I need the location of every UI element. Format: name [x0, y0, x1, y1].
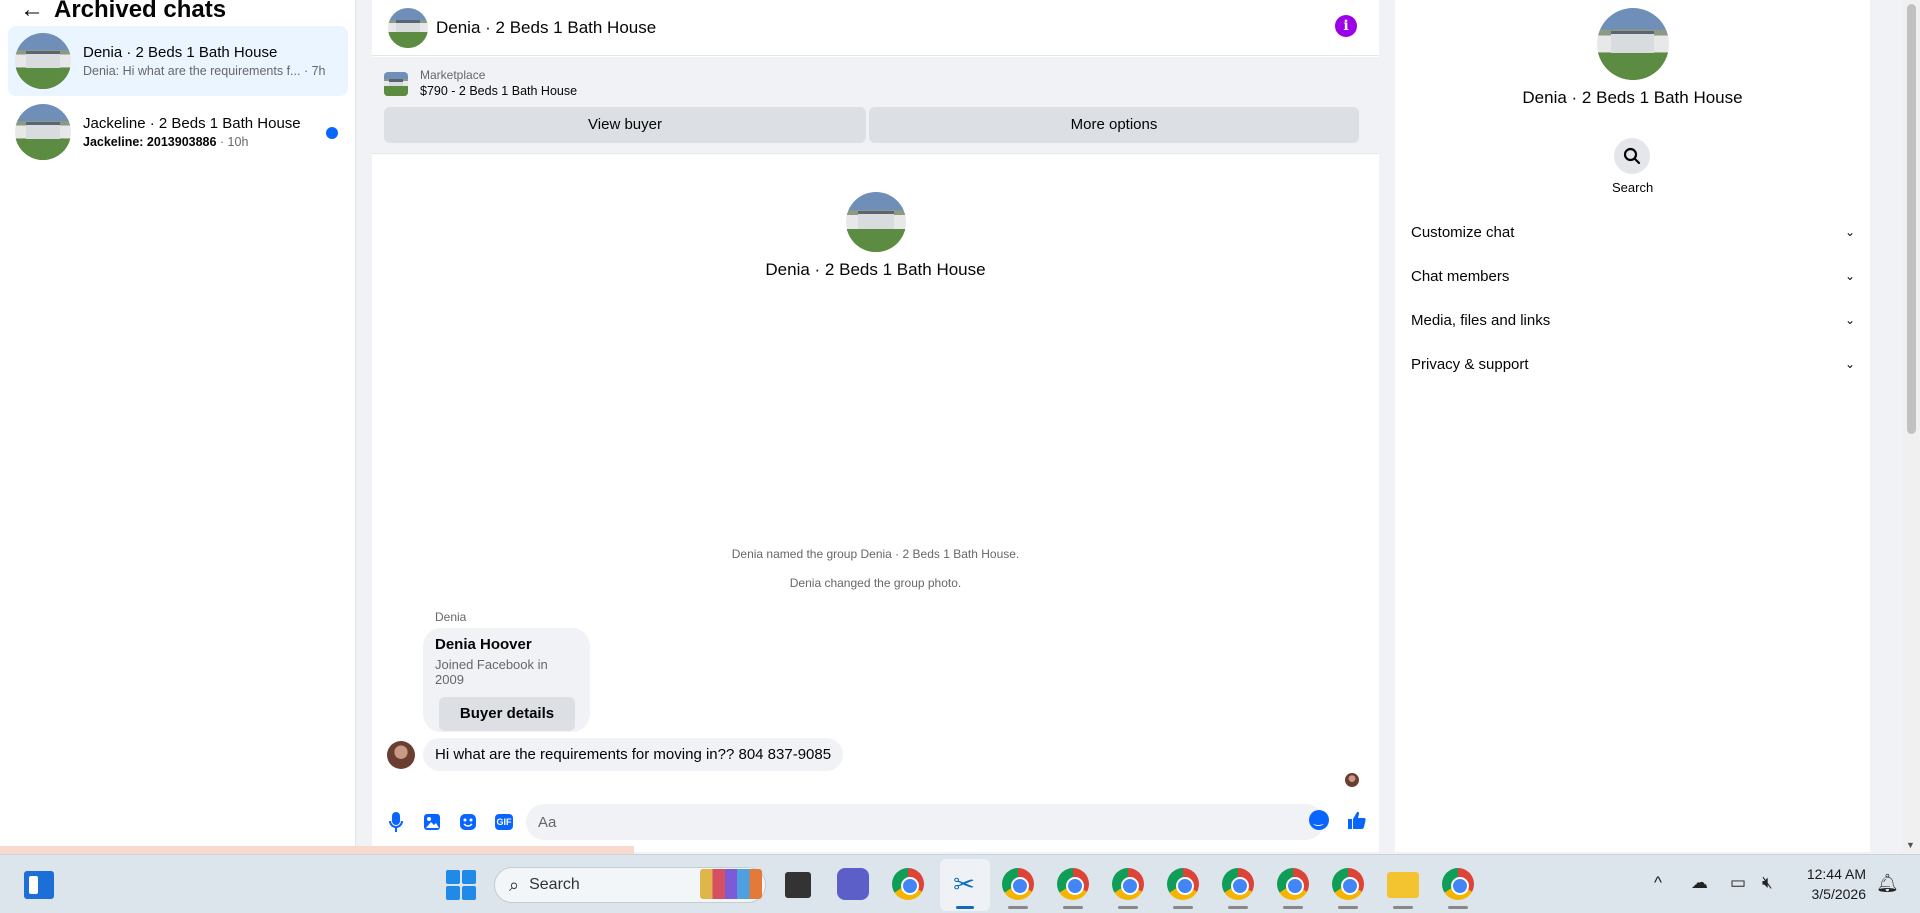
sticker-icon[interactable] [458, 812, 478, 832]
chevron-up-icon[interactable]: ^ [1654, 873, 1662, 893]
conversation-pane: Denia · 2 Beds 1 Bath House i Marketplac… [372, 0, 1379, 852]
status-url-bar [0, 846, 634, 854]
chrome-profile-icon[interactable] [1002, 868, 1034, 900]
archived-chats-sidebar: ← Archived chats Denia · 2 Beds 1 Bath H… [0, 0, 356, 852]
back-arrow-icon[interactable]: ← [20, 0, 54, 24]
conversation-title[interactable]: Denia · 2 Beds 1 Bath House [436, 18, 656, 38]
teams-meet-icon[interactable] [837, 868, 869, 900]
message-composer: GIF [372, 800, 1379, 844]
buyer-card: Denia Hoover Joined Facebook in 2009 Buy… [423, 628, 590, 732]
chrome-profile-icon[interactable] [1167, 868, 1199, 900]
windows-start-icon[interactable] [446, 870, 476, 900]
file-explorer-icon[interactable] [1387, 872, 1419, 898]
clock-time: 12:44 AM [1806, 866, 1866, 882]
privacy-support-section[interactable]: Privacy & support ⌄ [1411, 344, 1855, 384]
marketplace-listing[interactable]: Marketplace $790 - 2 Beds 1 Bath House [384, 67, 577, 100]
chrome-profile-icon[interactable] [1057, 868, 1089, 900]
details-search-button[interactable]: Search [1612, 138, 1654, 195]
chat-preview: Denia: Hi what are the requirements f...… [83, 63, 326, 78]
buyer-details-button[interactable]: Buyer details [439, 697, 575, 731]
task-view-icon[interactable] [785, 872, 811, 898]
chat-name: Jackeline · 2 Beds 1 Bath House [83, 115, 301, 133]
message-input[interactable] [526, 804, 1324, 840]
emoji-icon[interactable] [1309, 810, 1329, 830]
message-bubble[interactable]: Hi what are the requirements for moving … [423, 738, 844, 771]
intro-avatar [845, 192, 906, 252]
chat-list-item[interactable]: Denia · 2 Beds 1 Bath House Denia: Hi wh… [8, 26, 348, 96]
scroll-down-arrow-icon[interactable]: ▼ [1906, 840, 1915, 850]
buyer-name: Denia Hoover [435, 636, 532, 653]
chevron-down-icon: ⌄ [1844, 269, 1855, 283]
chrome-icon[interactable] [892, 868, 924, 900]
widgets-icon[interactable] [24, 871, 54, 899]
system-message: Denia changed the group photo. [789, 576, 962, 590]
snipping-tool-icon[interactable]: ✂ [948, 868, 980, 900]
sender-label: Denia [435, 610, 467, 624]
intro-name: Denia · 2 Beds 1 Bath House [765, 260, 986, 279]
chevron-down-icon: ⌄ [1844, 357, 1855, 371]
chat-details-panel: Denia · 2 Beds 1 Bath House Search Custo… [1395, 0, 1870, 852]
windows-taskbar: ⌕ Search ✂ ^ ☁ ▭ 🔇︎ 12:44 AM 3/5/2026 🔔︎ [0, 854, 1920, 913]
conversation-intro: Denia · 2 Beds 1 Bath House [372, 192, 1379, 280]
view-buyer-button[interactable]: View buyer [384, 107, 866, 143]
network-icon[interactable]: ▭ [1730, 873, 1746, 893]
chat-time: · 7h [303, 63, 326, 78]
scrollbar-thumb[interactable] [1907, 4, 1916, 434]
info-icon[interactable]: i [1335, 15, 1357, 37]
customize-chat-section[interactable]: Customize chat ⌄ [1411, 212, 1855, 252]
clock-date: 3/5/2026 [1811, 886, 1867, 902]
media-files-links-section[interactable]: Media, files and links ⌄ [1411, 300, 1855, 340]
chrome-profile-icon[interactable] [1332, 868, 1364, 900]
chrome-profile-icon[interactable] [1277, 868, 1309, 900]
chat-time: · 10h [216, 134, 249, 149]
details-name: Denia · 2 Beds 1 Bath House [1522, 88, 1743, 107]
chevron-down-icon: ⌄ [1844, 225, 1855, 239]
marketplace-bar: Marketplace $790 - 2 Beds 1 Bath House V… [372, 57, 1379, 154]
unread-dot-icon [326, 127, 338, 139]
listing-title: $790 - 2 Beds 1 Bath House [420, 84, 578, 99]
chrome-profile-icon[interactable] [1442, 868, 1474, 900]
thumbs-up-icon[interactable] [1347, 810, 1367, 834]
seen-receipt-avatar [1345, 773, 1359, 787]
chat-members-section[interactable]: Chat members ⌄ [1411, 256, 1855, 296]
chrome-profile-icon[interactable] [1222, 868, 1254, 900]
page-scrollbar[interactable]: ▼ [1902, 0, 1920, 852]
microphone-icon[interactable] [386, 812, 406, 832]
conversation-avatar[interactable] [388, 7, 428, 48]
chat-name: Denia · 2 Beds 1 Bath House [83, 44, 278, 62]
marketplace-label: Marketplace [420, 68, 486, 82]
cloud-offline-icon[interactable]: ☁ [1691, 873, 1708, 893]
details-avatar [1596, 8, 1669, 80]
search-icon: ⌕ [509, 874, 520, 895]
chat-list-item[interactable]: Jackeline · 2 Beds 1 Bath House Jackelin… [8, 97, 348, 167]
sidebar-title: Archived chats [54, 0, 227, 23]
chevron-down-icon: ⌄ [1844, 313, 1855, 327]
listing-thumbnail [384, 71, 408, 96]
message-row: Hi what are the requirements for moving … [387, 738, 844, 771]
system-message: Denia named the group Denia · 2 Beds 1 B… [731, 547, 1020, 561]
buyer-joined: Joined Facebook in 2009 [435, 657, 548, 687]
photo-icon[interactable] [422, 812, 442, 832]
taskbar-clock[interactable]: 12:44 AM 3/5/2026 [1796, 864, 1866, 904]
message-input-wrapper [526, 804, 1324, 840]
chat-avatar [15, 33, 71, 89]
conversation-header: Denia · 2 Beds 1 Bath House i [372, 0, 1379, 56]
sender-avatar[interactable] [387, 740, 415, 769]
search-icon [1614, 138, 1650, 174]
chat-preview: Jackeline: 2013903886 · 10h [83, 134, 249, 149]
volume-muted-icon[interactable]: 🔇︎ [1762, 873, 1773, 893]
gif-icon[interactable]: GIF [494, 812, 514, 832]
more-options-button[interactable]: More options [869, 107, 1359, 143]
chrome-profile-icon[interactable] [1112, 868, 1144, 900]
chat-avatar [15, 104, 71, 160]
notification-bell-icon[interactable]: 🔔︎ [1876, 873, 1899, 894]
search-highlight-icon [700, 869, 762, 899]
search-label: Search [1612, 180, 1654, 195]
